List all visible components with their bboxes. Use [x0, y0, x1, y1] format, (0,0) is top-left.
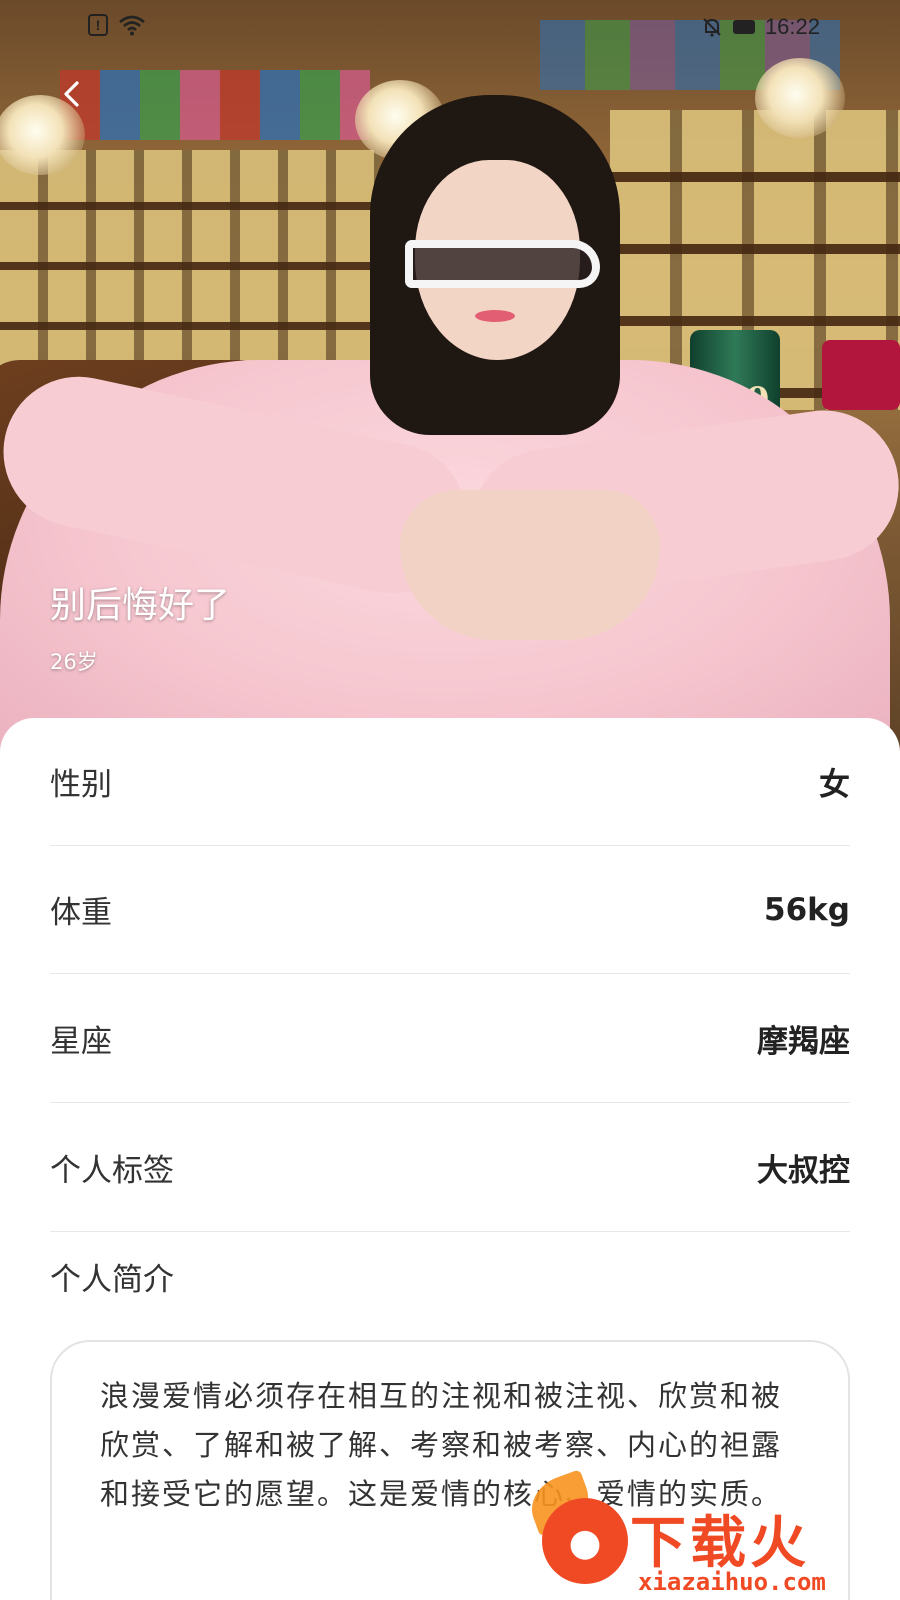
detail-label: 性别 [50, 767, 112, 803]
detail-row-gender: 性别 女 [50, 718, 850, 846]
bell-off-icon [703, 18, 721, 37]
profile-age: 26岁 [50, 650, 98, 674]
status-bar: ! 16:22 [0, 0, 900, 56]
detail-label: 体重 [50, 895, 112, 931]
detail-value: 大叔控 [757, 1153, 850, 1189]
tea-shelf-top [60, 70, 370, 140]
chandelier [755, 58, 845, 138]
watermark: 下载火 xiazaihuo.com [523, 1469, 900, 1600]
wifi-icon [119, 15, 145, 36]
profile-name: 别后悔好了 [50, 585, 231, 626]
detail-label: 个人标签 [50, 1153, 174, 1189]
profile-photo: 10 [0, 0, 900, 760]
download-logo-icon [542, 1498, 628, 1584]
detail-label: 星座 [50, 1024, 112, 1060]
chevron-left-icon [64, 81, 79, 107]
sunglasses [405, 240, 600, 288]
back-button[interactable] [50, 72, 94, 116]
detail-row-zodiac: 星座 摩羯座 [50, 975, 850, 1103]
heart-hands [400, 490, 660, 640]
person-lips [475, 310, 515, 322]
intro-label: 个人简介 [50, 1262, 174, 1298]
details-sheet: 性别 女 体重 56kg 星座 摩羯座 个人标签 大叔控 个人简介 浪漫爱情必须… [0, 718, 900, 1600]
battery-icon [732, 20, 755, 34]
tea-shelf-left [0, 150, 380, 380]
detail-value: 摩羯座 [757, 1024, 850, 1060]
detail-row-tags: 个人标签 大叔控 [50, 1104, 850, 1232]
detail-value: 56kg [764, 891, 850, 928]
watermark-title: 下载火 [630, 1511, 810, 1576]
watermark-url: xiazaihuo.com [638, 1568, 826, 1596]
detail-value: 女 [819, 767, 850, 803]
status-time: 16:22 [764, 14, 820, 39]
alert-icon: ! [88, 14, 108, 36]
tea-tin-red [822, 340, 900, 410]
detail-row-weight: 体重 56kg [50, 846, 850, 974]
